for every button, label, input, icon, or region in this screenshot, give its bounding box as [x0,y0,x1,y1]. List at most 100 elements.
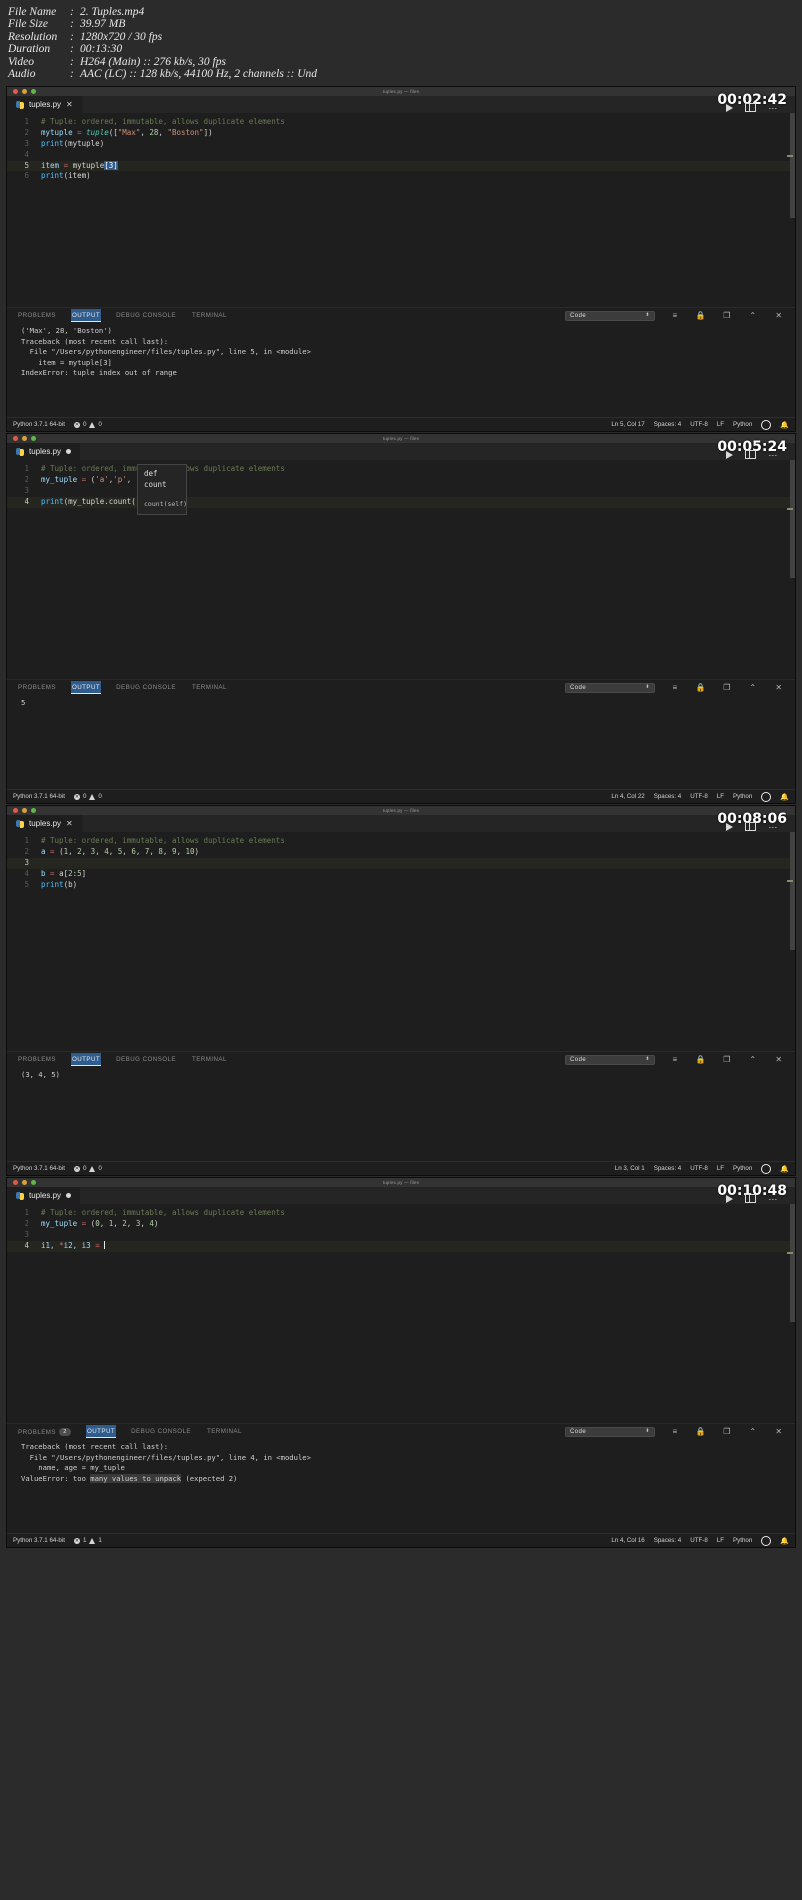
code-line[interactable]: 1# Tuple: ordered, immutable, allows dup… [7,464,795,475]
code-line[interactable]: 4 b = a[2:5] [7,869,795,880]
editor-scrollbar[interactable] [790,460,795,579]
status-encoding[interactable]: UTF-8 [690,1537,708,1544]
editor-tab-tuples-py[interactable]: tuples.py [7,443,81,461]
code-line[interactable]: 5 print(b) [7,880,795,891]
editor-scrollbar[interactable] [790,113,795,219]
status-eol[interactable]: LF [717,1537,724,1544]
split-panel-icon[interactable]: ❐ [721,683,733,692]
status-encoding[interactable]: UTF-8 [690,421,708,428]
panel-tab-output[interactable]: OUTPUT [71,309,102,323]
clear-output-icon[interactable]: ≡ [669,683,681,692]
status-indentation[interactable]: Spaces: 4 [654,1165,682,1172]
close-panel-icon[interactable]: ✕ [773,311,785,320]
feedback-smiley-icon[interactable] [761,1163,772,1174]
code-line[interactable]: 1# Tuple: ordered, immutable, allows dup… [7,836,795,847]
status-cursor-position[interactable]: Ln 3, Col 1 [615,1165,645,1172]
panel-tab-debug-console[interactable]: DEBUG CONSOLE [115,1053,177,1066]
unsaved-changes-icon[interactable] [66,1193,72,1199]
status-python-interpreter[interactable]: Python 3.7.1 64-bit [13,421,65,428]
code-line[interactable]: 4 print(my_tuple.count()) [7,496,795,508]
collapse-panel-icon[interactable]: ⌃ [747,683,759,692]
notifications-bell-icon[interactable]: 🔔 [780,421,789,429]
feedback-smiley-icon[interactable] [761,419,772,430]
status-language-mode[interactable]: Python [733,421,752,428]
code-line[interactable]: 6 print(item) [7,171,795,182]
code-line[interactable]: 2 my_tuple = ('a','p', [7,475,795,486]
status-cursor-position[interactable]: Ln 4, Col 16 [611,1537,644,1544]
lock-scroll-icon[interactable]: 🔒 [695,683,707,692]
code-line[interactable]: 4 i1, *i2, i3 = [7,1240,795,1252]
status-eol[interactable]: LF [717,1165,724,1172]
output-channel-select[interactable]: Code ⬍ [565,682,655,693]
status-cursor-position[interactable]: Ln 5, Col 17 [611,421,644,428]
editor-tab-tuples-py[interactable]: tuples.py ✕ [7,96,82,114]
code-editor[interactable]: 1# Tuple: ordered, immutable, allows dup… [7,460,795,680]
output-channel-select[interactable]: Code ⬍ [565,1426,655,1437]
collapse-panel-icon[interactable]: ⌃ [747,1427,759,1436]
lock-scroll-icon[interactable]: 🔒 [695,311,707,320]
panel-tab-terminal[interactable]: TERMINAL [191,309,228,322]
status-error-count[interactable]: ✕ 1 1 [73,1537,102,1544]
status-language-mode[interactable]: Python [733,793,752,800]
status-encoding[interactable]: UTF-8 [690,1165,708,1172]
status-indentation[interactable]: Spaces: 4 [654,1537,682,1544]
unsaved-changes-icon[interactable] [66,449,72,455]
editor-scrollbar[interactable] [790,832,795,951]
editor-scrollbar[interactable] [790,1204,795,1323]
status-language-mode[interactable]: Python [733,1165,752,1172]
code-line[interactable]: 3 [7,858,795,869]
panel-tab-terminal[interactable]: TERMINAL [206,1425,243,1438]
panel-tab-terminal[interactable]: TERMINAL [191,1053,228,1066]
code-line[interactable]: 3 [7,1230,795,1241]
panel-tab-problems[interactable]: PROBLEMS [17,1053,57,1066]
code-line[interactable]: 3 print(mytuple) [7,139,795,150]
code-line[interactable]: 1# Tuple: ordered, immutable, allows dup… [7,117,795,128]
code-line[interactable]: 5 item = mytuple[3] [7,160,795,172]
status-indentation[interactable]: Spaces: 4 [654,793,682,800]
code-line[interactable]: 1# Tuple: ordered, immutable, allows dup… [7,1208,795,1219]
lock-scroll-icon[interactable]: 🔒 [695,1055,707,1064]
code-editor[interactable]: 1# Tuple: ordered, immutable, allows dup… [7,113,795,308]
status-eol[interactable]: LF [717,421,724,428]
code-line[interactable]: 2 mytuple = tuple(["Max", 28, "Boston"]) [7,128,795,139]
code-line[interactable]: 2 my_tuple = (0, 1, 2, 3, 4) [7,1219,795,1230]
panel-tab-output[interactable]: OUTPUT [71,1053,102,1067]
status-eol[interactable]: LF [717,793,724,800]
output-channel-select[interactable]: Code ⬍ [565,1054,655,1065]
close-panel-icon[interactable]: ✕ [773,683,785,692]
panel-tab-debug-console[interactable]: DEBUG CONSOLE [115,309,177,322]
close-panel-icon[interactable]: ✕ [773,1055,785,1064]
clear-output-icon[interactable]: ≡ [669,1055,681,1064]
panel-tab-problems[interactable]: PROBLEMS [17,309,57,322]
panel-tab-problems[interactable]: PROBLEMS 2 [17,1425,72,1439]
clear-output-icon[interactable]: ≡ [669,1427,681,1436]
notifications-bell-icon[interactable]: 🔔 [780,1165,789,1173]
status-language-mode[interactable]: Python [733,1537,752,1544]
split-panel-icon[interactable]: ❐ [721,1427,733,1436]
split-panel-icon[interactable]: ❐ [721,311,733,320]
panel-tab-debug-console[interactable]: DEBUG CONSOLE [115,681,177,694]
status-indentation[interactable]: Spaces: 4 [654,421,682,428]
panel-tab-debug-console[interactable]: DEBUG CONSOLE [130,1425,192,1438]
panel-tab-output[interactable]: OUTPUT [71,681,102,695]
status-error-count[interactable]: ✕ 0 0 [73,1165,102,1172]
notifications-bell-icon[interactable]: 🔔 [780,793,789,801]
code-line[interactable]: 2 a = (1, 2, 3, 4, 5, 6, 7, 8, 9, 10) [7,847,795,858]
split-panel-icon[interactable]: ❐ [721,1055,733,1064]
close-panel-icon[interactable]: ✕ [773,1427,785,1436]
status-cursor-position[interactable]: Ln 4, Col 22 [611,793,644,800]
editor-tab-tuples-py[interactable]: tuples.py ✕ [7,815,82,833]
feedback-smiley-icon[interactable] [761,791,772,802]
code-line[interactable]: 4 [7,150,795,161]
output-channel-select[interactable]: Code ⬍ [565,310,655,321]
notifications-bell-icon[interactable]: 🔔 [780,1537,789,1545]
clear-output-icon[interactable]: ≡ [669,311,681,320]
status-python-interpreter[interactable]: Python 3.7.1 64-bit [13,1537,65,1544]
status-encoding[interactable]: UTF-8 [690,793,708,800]
status-python-interpreter[interactable]: Python 3.7.1 64-bit [13,793,65,800]
code-line[interactable]: 3 [7,486,795,497]
panel-tab-output[interactable]: OUTPUT [86,1425,117,1439]
code-editor[interactable]: 1# Tuple: ordered, immutable, allows dup… [7,832,795,1052]
panel-tab-problems[interactable]: PROBLEMS [17,681,57,694]
status-python-interpreter[interactable]: Python 3.7.1 64-bit [13,1165,65,1172]
